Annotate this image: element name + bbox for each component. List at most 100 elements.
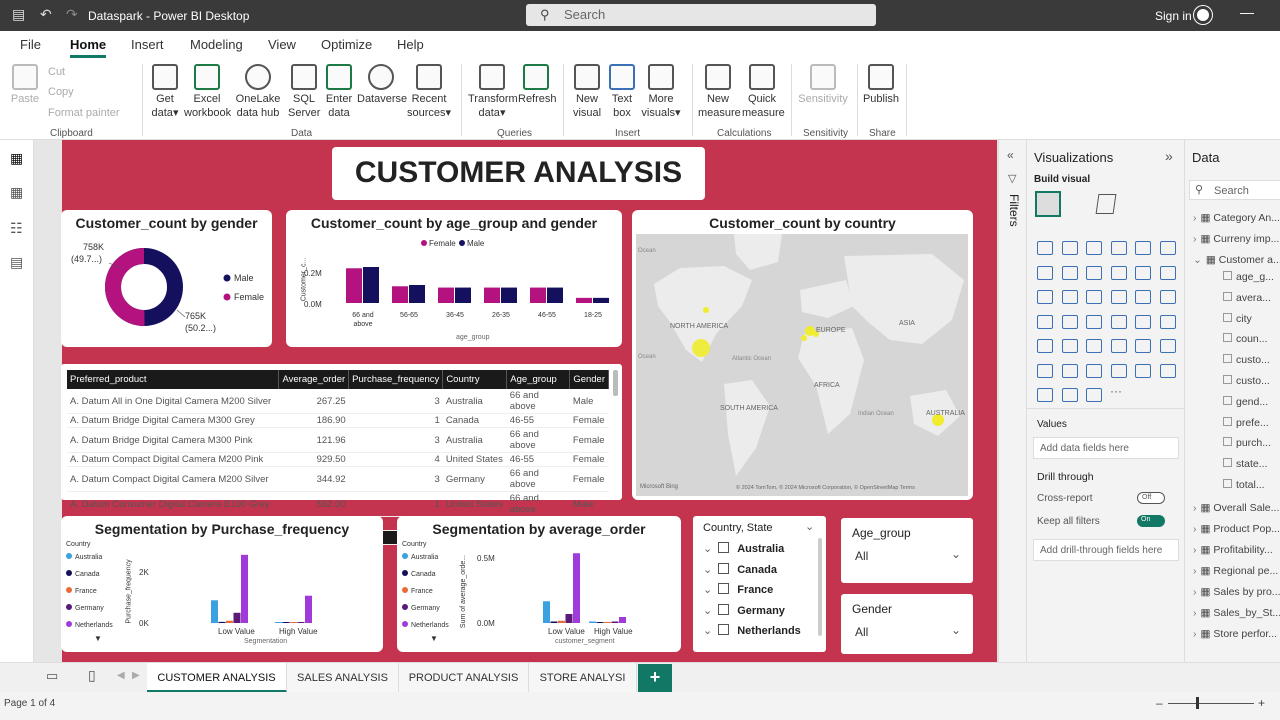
quick-measure-button[interactable]: Quick measure	[742, 64, 785, 120]
age-group-card[interactable]: Customer_count by age_group and gender 6…	[286, 210, 622, 347]
paste-button[interactable]: Paste	[8, 64, 42, 106]
col-header[interactable]: Purchase_frequency	[348, 370, 444, 389]
checkbox[interactable]	[718, 624, 730, 635]
zoom-slider[interactable]	[1168, 703, 1254, 704]
donut-icon[interactable]	[1135, 290, 1151, 304]
col-header[interactable]: Age_group	[506, 370, 571, 389]
checkbox[interactable]	[1223, 354, 1232, 364]
area-icon[interactable]	[1061, 265, 1078, 280]
bar-male[interactable]	[455, 287, 471, 303]
data-field-item[interactable]: total...	[1223, 479, 1265, 491]
checkbox[interactable]	[1223, 458, 1232, 468]
python-icon[interactable]	[1037, 363, 1053, 378]
publish-button[interactable]: Publish	[862, 64, 900, 106]
chevron-down-icon[interactable]: ⌄	[703, 625, 712, 637]
new-visual-button[interactable]: New visual	[570, 64, 604, 120]
smart-narrative-icon[interactable]	[1135, 363, 1151, 378]
data-field-item[interactable]: age_g...	[1223, 271, 1274, 283]
prev-page-icon[interactable]: ◀	[117, 670, 125, 681]
table-icon[interactable]	[1110, 339, 1127, 353]
bar-male[interactable]	[363, 267, 379, 303]
data-table-item[interactable]: › ▦ Product Pop...	[1193, 523, 1280, 535]
transform-data-button[interactable]: Transform data▾	[468, 64, 518, 120]
bar-germany[interactable]	[611, 621, 619, 624]
zoom-out-icon[interactable]: –	[1156, 696, 1163, 710]
data-table-item[interactable]: › ▦ Profitability...	[1193, 544, 1273, 556]
bar-australia[interactable]	[211, 600, 218, 623]
data-table-item[interactable]: › ▦ Curreny imp...	[1193, 233, 1279, 245]
data-field-item[interactable]: custo...	[1223, 375, 1270, 387]
stacked-area-icon[interactable]	[1086, 265, 1102, 280]
line-stacked-icon[interactable]	[1159, 265, 1176, 280]
waterfall-icon[interactable]	[1037, 290, 1053, 304]
data-table-item[interactable]: › ▦ Category An...	[1193, 212, 1280, 224]
gender-dropdown[interactable]: All ⌄	[849, 623, 965, 639]
r-visual-icon[interactable]	[1159, 339, 1176, 353]
build-visual-tab-icon[interactable]	[1035, 191, 1061, 217]
slicer-item-canada[interactable]: ⌄ Canada	[703, 562, 777, 576]
pie-icon[interactable]	[1110, 290, 1127, 304]
zoom-in-icon[interactable]: +	[1258, 696, 1265, 710]
data-table-item[interactable]: ⌄ ▦ Customer a...	[1193, 254, 1280, 266]
enter-data-button[interactable]: Enter data	[323, 64, 355, 120]
bar-australia[interactable]	[589, 621, 596, 624]
card-icon[interactable]	[1159, 314, 1176, 329]
table-row[interactable]: A. Datum Compact Digital Camera M200 Pin…	[67, 452, 609, 467]
bar-male[interactable]	[593, 297, 609, 303]
sql-server-button[interactable]: SQL Server	[288, 64, 320, 120]
tab-store-analysis[interactable]: STORE ANALYSI	[529, 663, 637, 693]
data-field-item[interactable]: custo...	[1223, 354, 1270, 366]
decomposition-tree-icon[interactable]	[1086, 363, 1102, 378]
map-icon[interactable]	[1037, 314, 1053, 329]
format-visual-tab-icon[interactable]	[1095, 194, 1117, 214]
key-influencers-icon[interactable]	[1061, 363, 1078, 378]
values-drop-zone[interactable]: Add data fields here	[1033, 437, 1179, 459]
recent-sources-button[interactable]: Recent sources▾	[406, 64, 452, 120]
bar-canada[interactable]	[218, 621, 226, 623]
tab-customer-analysis[interactable]: CUSTOMER ANALYSIS	[147, 663, 287, 693]
bar-netherlands[interactable]	[305, 595, 312, 623]
ribbon-icon[interactable]	[1110, 265, 1127, 280]
mobile-layout-icon[interactable]: ▯	[88, 667, 96, 684]
bar-netherlands[interactable]	[619, 617, 626, 623]
bar-male[interactable]	[547, 287, 563, 303]
table-row[interactable]: A. Datum Consumer Digital Camera E100 Gr…	[67, 491, 609, 517]
data-table-item[interactable]: › ▦ Store perfor...	[1193, 628, 1277, 640]
country-map-card[interactable]: Customer_count by country NORTH AMERICA …	[632, 210, 973, 500]
100-column-icon[interactable]	[1159, 241, 1176, 255]
clustered-column-icon[interactable]	[1110, 241, 1127, 255]
gauge-icon[interactable]	[1135, 314, 1151, 329]
checkbox[interactable]	[718, 542, 730, 553]
more-visuals-button[interactable]: More visuals▾	[640, 64, 682, 120]
data-table-item[interactable]: › ▦ Sales by pro...	[1193, 586, 1280, 598]
data-table-item[interactable]: › ▦ Sales_by_St...	[1193, 607, 1280, 619]
bar-female[interactable]	[576, 297, 592, 303]
stacked-bar-icon[interactable]	[1037, 241, 1053, 255]
bar-australia[interactable]	[543, 601, 550, 623]
more-visuals-icon[interactable]: ···	[1110, 384, 1122, 398]
dax-view-icon[interactable]: ▤	[10, 254, 23, 271]
data-field-item[interactable]: purch...	[1223, 437, 1271, 449]
add-page-button[interactable]: +	[638, 664, 672, 692]
checkbox[interactable]	[1223, 395, 1232, 405]
bar-female[interactable]	[484, 287, 500, 303]
chevron-down-icon[interactable]: ⌄	[703, 584, 712, 596]
seg-freq-card[interactable]: Segmentation by Purchase_frequency Count…	[61, 516, 383, 652]
checkbox[interactable]	[1223, 271, 1232, 280]
checkbox[interactable]	[1223, 291, 1232, 301]
power-apps-icon[interactable]	[1037, 388, 1053, 402]
table-row[interactable]: A. Datum All in One Digital Camera M200 …	[67, 389, 609, 414]
menu-modeling[interactable]: Modeling	[190, 37, 243, 52]
bar-female[interactable]	[530, 287, 546, 303]
menu-insert[interactable]: Insert	[131, 37, 164, 52]
excel-workbook-button[interactable]: Excel workbook	[184, 64, 231, 120]
line-column-icon[interactable]	[1135, 265, 1151, 280]
desktop-layout-icon[interactable]: ▭	[46, 668, 58, 684]
slicer-item-germany[interactable]: ⌄ Germany	[703, 603, 785, 617]
bar-canada[interactable]	[596, 622, 604, 623]
tab-sales-analysis[interactable]: SALES ANALYSIS	[287, 663, 399, 693]
checkbox[interactable]	[1223, 333, 1232, 343]
format-painter-button[interactable]: Format painter	[48, 107, 120, 119]
onelake-button[interactable]: OneLake data hub	[232, 64, 284, 120]
col-header[interactable]: Country	[442, 370, 508, 389]
